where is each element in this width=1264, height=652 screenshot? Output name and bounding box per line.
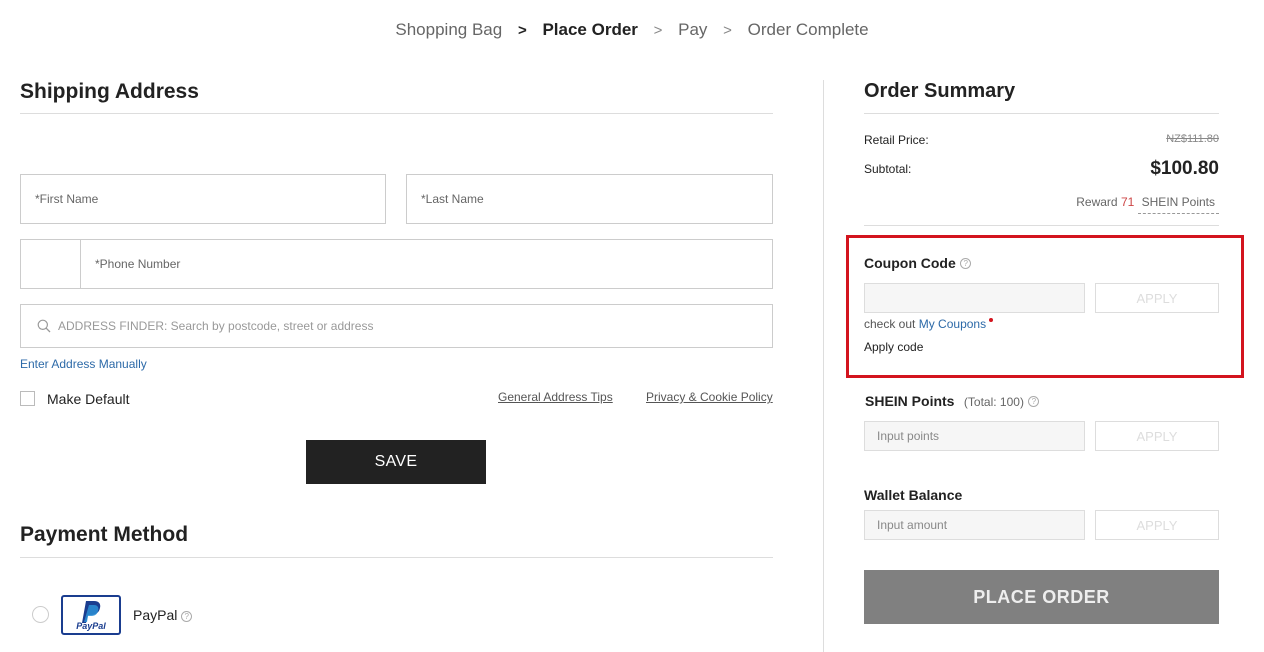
column-divider [823, 80, 824, 652]
reward-divider [864, 225, 1219, 226]
privacy-cookie-policy-link[interactable]: Privacy & Cookie Policy [646, 390, 773, 404]
reward-points-unit[interactable]: SHEIN Points [1137, 195, 1219, 214]
paypal-label: PayPal ? [133, 607, 193, 623]
paypal-logo: PayPal [61, 595, 121, 635]
save-button[interactable]: SAVE [306, 440, 486, 484]
breadcrumb-separator: > [517, 22, 527, 39]
make-default-checkbox[interactable] [20, 391, 35, 406]
shein-points-title: SHEIN Points [865, 393, 955, 409]
coupon-highlight-box [846, 235, 1244, 378]
shipping-divider [20, 113, 773, 114]
breadcrumb-pay: Pay [678, 20, 708, 39]
first-name-input[interactable]: *First Name [20, 174, 386, 224]
subtotal-value: $100.80 [1150, 158, 1219, 179]
wallet-amount-input[interactable]: Input amount [864, 510, 1085, 540]
breadcrumb-separator: > [653, 22, 663, 39]
breadcrumb-place-order: Place Order [542, 20, 638, 39]
paypal-radio[interactable] [32, 606, 49, 623]
payment-divider [20, 557, 773, 558]
retail-price-label: Retail Price: [864, 133, 929, 147]
points-input[interactable]: Input points [864, 421, 1085, 451]
search-icon [37, 319, 51, 336]
help-icon[interactable]: ? [181, 610, 193, 622]
shipping-address-title: Shipping Address [20, 80, 199, 103]
retail-price-value: NZ$111.80 [1166, 133, 1219, 145]
reward-points-value: 71 [1120, 195, 1135, 209]
phone-number-input[interactable]: *Phone Number [95, 257, 180, 271]
address-finder-placeholder: ADDRESS FINDER: Search by postcode, stre… [58, 319, 374, 333]
enter-address-manually-link[interactable]: Enter Address Manually [20, 357, 147, 371]
shein-points-total: (Total: 100) [963, 395, 1024, 409]
checkout-breadcrumb: Shopping Bag > Place Order > Pay > Order… [0, 20, 1264, 40]
phone-country-code-select[interactable] [21, 240, 81, 288]
reward-prefix: Reward [1076, 195, 1118, 209]
paypal-logo-text: PayPal [76, 621, 106, 631]
wallet-balance-title: Wallet Balance [864, 487, 963, 503]
reward-points-line: Reward 71 SHEIN Points [1076, 195, 1219, 214]
order-summary-title: Order Summary [864, 80, 1016, 102]
last-name-input[interactable]: *Last Name [406, 174, 773, 224]
points-apply-button[interactable]: APPLY [1095, 421, 1219, 451]
first-name-placeholder: *First Name [35, 192, 99, 206]
last-name-placeholder: *Last Name [421, 192, 484, 206]
payment-method-title: Payment Method [20, 523, 189, 546]
address-finder-input[interactable]: ADDRESS FINDER: Search by postcode, stre… [20, 304, 773, 348]
phone-field: *Phone Number [20, 239, 773, 289]
points-title-row: SHEIN Points (Total: 100) ? [865, 393, 1040, 411]
general-address-tips-link[interactable]: General Address Tips [498, 390, 613, 404]
place-order-button[interactable]: PLACE ORDER [864, 570, 1219, 624]
help-icon[interactable]: ? [1028, 396, 1040, 408]
summary-divider [864, 113, 1219, 114]
breadcrumb-separator: > [723, 22, 732, 39]
breadcrumb-shopping-bag[interactable]: Shopping Bag [395, 20, 502, 39]
paypal-label-text: PayPal [133, 607, 178, 623]
make-default-label: Make Default [47, 391, 130, 407]
wallet-apply-button[interactable]: APPLY [1095, 510, 1219, 540]
breadcrumb-order-complete: Order Complete [747, 20, 869, 39]
subtotal-label: Subtotal: [864, 162, 912, 176]
